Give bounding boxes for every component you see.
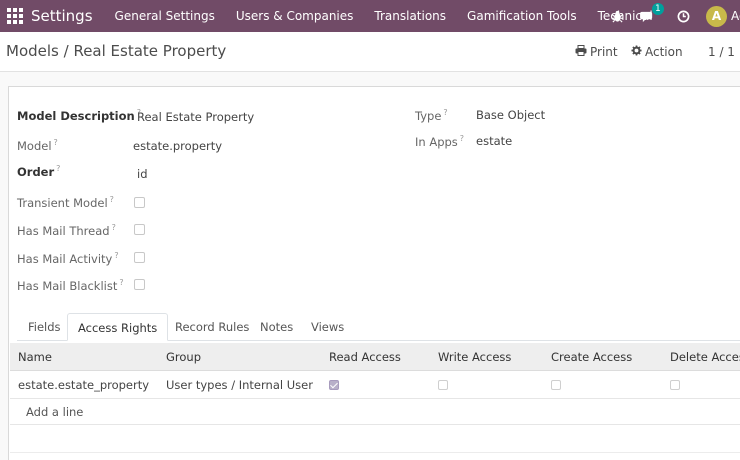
user-avatar[interactable]: A [706,5,727,27]
create-access-checkbox[interactable] [551,380,561,390]
top-navbar: Settings General Settings Users & Compan… [0,0,740,32]
control-panel: Models / Real Estate Property Print Acti… [0,32,740,72]
menu-users-companies[interactable]: Users & Companies [236,9,354,23]
activities-clock-icon[interactable] [677,10,690,23]
apps-menu-icon[interactable] [7,8,23,24]
order-field[interactable]: id [137,167,148,181]
type-field[interactable]: Base Object [476,108,545,122]
mail-blacklist-label: Has Mail Blacklist? [17,278,124,293]
row-group-cell[interactable]: User types / Internal User [166,378,313,392]
empty-row [10,425,740,453]
menu-gamification-tools[interactable]: Gamification Tools [467,9,577,23]
column-header-read-access[interactable]: Read Access [329,350,401,364]
transient-model-label: Transient Model? [17,195,114,210]
model-label: Model? [17,138,58,153]
tab-views[interactable]: Views [301,313,354,341]
column-header-name[interactable]: Name [18,350,52,364]
access-rights-table: Name Group Read Access Write Access Crea… [10,343,740,453]
tab-fields[interactable]: Fields [18,313,71,341]
menu-general-settings[interactable]: General Settings [115,9,215,23]
model-field[interactable]: estate.property [133,139,222,153]
action-label: Action [645,45,683,59]
notebook-tabs: Fields Access Rights Record Rules Notes … [17,313,740,341]
table-header: Name Group Read Access Write Access Crea… [10,343,740,371]
add-line-row: Add a line [10,399,740,425]
model-description-field[interactable]: Real Estate Property [137,110,254,124]
print-label: Print [590,45,618,59]
mail-activity-checkbox[interactable] [134,252,145,263]
breadcrumb[interactable]: Models / Real Estate Property [6,42,226,60]
row-name-cell[interactable]: estate.estate_property [18,378,149,392]
messages-badge: 1 [652,2,664,15]
mail-thread-label: Has Mail Thread? [17,223,116,238]
read-access-checkbox[interactable] [329,380,339,390]
type-label: Type? [415,108,448,123]
column-header-group[interactable]: Group [166,350,201,364]
column-header-create-access[interactable]: Create Access [551,350,632,364]
order-label: Order? [17,164,61,179]
tab-access-rights[interactable]: Access Rights [67,313,169,341]
mail-thread-checkbox[interactable] [134,224,145,235]
tab-record-rules[interactable]: Record Rules [165,313,259,341]
tab-notes[interactable]: Notes [250,313,303,341]
delete-access-checkbox[interactable] [670,380,680,390]
write-access-checkbox[interactable] [438,380,448,390]
table-row[interactable]: estate.estate_property User types / Inte… [10,371,740,399]
transient-model-checkbox[interactable] [134,197,145,208]
model-description-label: Model Description? [17,108,141,123]
user-name[interactable]: Ac [731,9,740,23]
mail-activity-label: Has Mail Activity? [17,251,119,266]
add-line-link[interactable]: Add a line [26,405,83,419]
mail-blacklist-checkbox[interactable] [134,279,145,290]
app-brand[interactable]: Settings [31,7,93,25]
form-sheet: Model Description? Real Estate Property … [8,86,740,460]
debug-bug-icon[interactable] [611,10,624,23]
pager[interactable]: 1 / 1 [708,45,735,59]
printer-icon [575,45,587,59]
menu-translations[interactable]: Translations [374,9,446,23]
in-apps-field[interactable]: estate [476,134,512,148]
column-header-delete-access[interactable]: Delete Access [670,350,740,364]
action-button[interactable]: Action [631,45,683,59]
in-apps-label: In Apps? [415,134,465,149]
print-button[interactable]: Print [575,45,618,59]
column-header-write-access[interactable]: Write Access [438,350,511,364]
messages-icon[interactable]: 1 [640,2,664,23]
gear-icon [631,45,642,59]
